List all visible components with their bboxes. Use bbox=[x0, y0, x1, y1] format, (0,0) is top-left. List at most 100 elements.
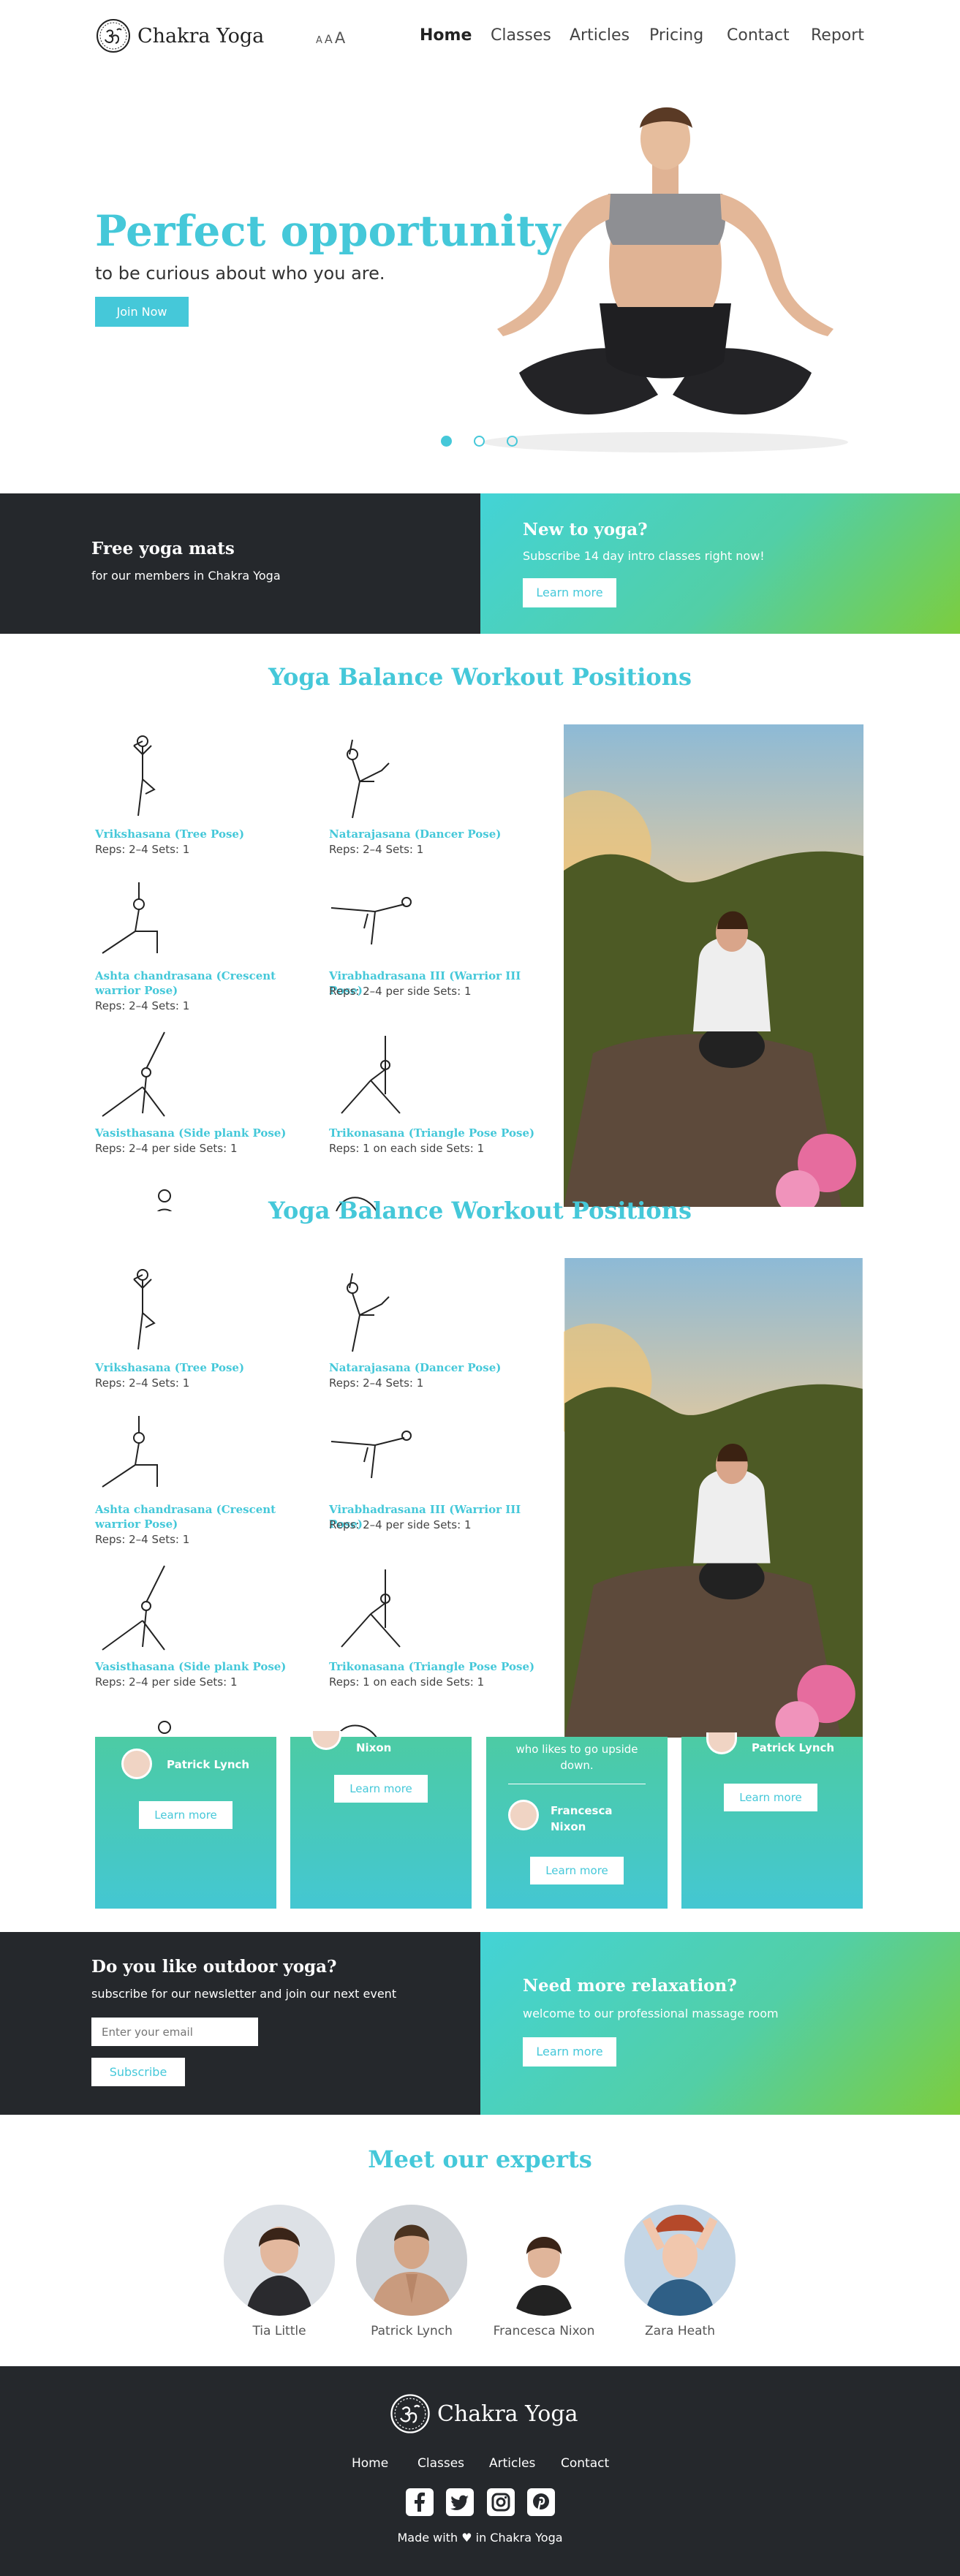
expert-photo-4[interactable] bbox=[624, 2205, 736, 2316]
tree-pose-icon bbox=[133, 735, 156, 817]
pose-name-5[interactable]: Vasisthasana (Side plank Pose) bbox=[95, 1659, 307, 1674]
nav-pricing[interactable]: Pricing bbox=[649, 26, 703, 45]
email-input[interactable] bbox=[91, 2018, 258, 2046]
pose-name-3[interactable]: Ashta chandrasana (Crescent warrior Pose… bbox=[95, 1502, 307, 1531]
join-now-button[interactable]: Join Now bbox=[95, 297, 189, 327]
expert-photo-1[interactable] bbox=[224, 2205, 335, 2316]
side-plank-pose-icon bbox=[102, 1565, 165, 1651]
positions-section-1: Yoga Balance Workout Positions Vrikshasa… bbox=[0, 634, 960, 1211]
carousel-dot-3[interactable] bbox=[507, 436, 518, 447]
pose-reps-1: Reps: 2–4 Sets: 1 bbox=[95, 843, 190, 856]
site-logo[interactable]: Chakra Yoga bbox=[95, 18, 264, 54]
warrior-three-pose-icon bbox=[330, 1431, 412, 1479]
footer-link-contact[interactable]: Contact bbox=[561, 2456, 609, 2471]
positions-title: Yoga Balance Workout Positions bbox=[268, 663, 692, 691]
pose-reps-4: Reps: 2–4 per side Sets: 1 bbox=[329, 985, 472, 998]
carousel-indicators bbox=[441, 436, 518, 447]
pose-7-icon bbox=[158, 1721, 171, 1734]
crescent-warrior-pose-icon bbox=[102, 882, 158, 954]
nav-contact[interactable]: Contact bbox=[727, 26, 790, 45]
relaxation-learn-more-button[interactable]: Learn more bbox=[523, 2037, 616, 2067]
pose-reps-6: Reps: 1 on each side Sets: 1 bbox=[329, 1142, 485, 1155]
testimonial-learn-more-button[interactable]: Learn more bbox=[334, 1775, 428, 1803]
positions-title-repeat: Yoga Balance Workout Positions bbox=[268, 1197, 692, 1224]
made-with-prefix: Made with bbox=[397, 2531, 458, 2545]
pose-name-5[interactable]: Vasisthasana (Side plank Pose) bbox=[95, 1126, 307, 1140]
pose-name-2[interactable]: Natarajasana (Dancer Pose) bbox=[329, 827, 534, 841]
subscribe-button[interactable]: Subscribe bbox=[91, 2058, 185, 2086]
avatar bbox=[311, 1731, 341, 1750]
nav-home[interactable]: Home bbox=[420, 26, 472, 45]
pose-reps-6: Reps: 1 on each side Sets: 1 bbox=[329, 1675, 485, 1689]
testimonial-author: Patrick Lynch bbox=[167, 1758, 250, 1771]
side-plank-pose-icon bbox=[102, 1031, 165, 1117]
new-to-yoga-text: Subscribe 14 day intro classes right now… bbox=[523, 549, 765, 563]
new-to-yoga-title: New to yoga? bbox=[523, 520, 648, 539]
pose-reps-4: Reps: 2–4 per side Sets: 1 bbox=[329, 1518, 472, 1531]
nav-articles[interactable]: Articles bbox=[570, 26, 630, 45]
carousel-dot-2[interactable] bbox=[474, 436, 485, 447]
relaxation-text: welcome to our professional massage room bbox=[523, 2007, 779, 2020]
testimonial-quote: who likes to go upside down. bbox=[515, 1743, 638, 1772]
pose-name-3[interactable]: Ashta chandrasana (Crescent warrior Pose… bbox=[95, 969, 307, 998]
positions-section-2: Yoga Balance Workout Positions Vrikshasa… bbox=[0, 1167, 960, 1738]
pose-name-6[interactable]: Trikonasana (Triangle Pose Pose) bbox=[329, 1659, 541, 1674]
expert-photo-3[interactable] bbox=[488, 2205, 600, 2316]
expert-name-1: Tia Little bbox=[252, 2324, 306, 2338]
newsletter-panel: Do you like outdoor yoga? subscribe for … bbox=[0, 1932, 480, 2115]
free-mats-text: for our members in Chakra Yoga bbox=[91, 569, 281, 583]
crescent-warrior-pose-icon bbox=[102, 1416, 158, 1488]
new-to-yoga-panel: New to yoga? Subscribe 14 day intro clas… bbox=[480, 493, 960, 634]
newsletter-title: Do you like outdoor yoga? bbox=[91, 1957, 337, 1977]
expert-name-4: Zara Heath bbox=[645, 2324, 715, 2338]
twitter-icon[interactable] bbox=[446, 2488, 474, 2516]
footer-link-articles[interactable]: Articles bbox=[489, 2456, 535, 2471]
pose-reps-3: Reps: 2–4 Sets: 1 bbox=[95, 1533, 190, 1546]
pose-name-1[interactable]: Vrikshasana (Tree Pose) bbox=[95, 1360, 300, 1375]
relaxation-panel: Need more relaxation? welcome to our pro… bbox=[480, 1932, 960, 2115]
nav-report[interactable]: Report bbox=[811, 26, 864, 45]
free-mats-panel: Free yoga mats for our members in Chakra… bbox=[0, 493, 480, 634]
pose-name-6[interactable]: Trikonasana (Triangle Pose Pose) bbox=[329, 1126, 541, 1140]
testimonial-card-4: Patrick Lynch Learn more bbox=[681, 1732, 863, 1909]
facebook-icon[interactable] bbox=[406, 2488, 434, 2516]
pinterest-icon[interactable] bbox=[527, 2488, 555, 2516]
hero-yoga-woman-image bbox=[483, 107, 848, 452]
testimonial-learn-more-button[interactable]: Learn more bbox=[139, 1801, 233, 1829]
testimonial-card-3: who likes to go upside down. Francesca N… bbox=[486, 1737, 668, 1909]
tree-pose-icon bbox=[133, 1269, 156, 1350]
top-navigation: Chakra Yoga A A A Home Classes Articles … bbox=[0, 0, 960, 73]
carousel-dot-1[interactable] bbox=[441, 436, 452, 447]
made-with-text: Made with ♥ in Chakra Yoga bbox=[0, 2531, 960, 2545]
meditation-outdoor-photo bbox=[564, 1258, 863, 1738]
expert-name-3: Francesca Nixon bbox=[493, 2324, 595, 2338]
font-size-small[interactable]: A bbox=[316, 35, 322, 46]
pose-reps-5: Reps: 2–4 per side Sets: 1 bbox=[95, 1675, 238, 1689]
triangle-pose-icon bbox=[341, 1569, 401, 1648]
nav-classes[interactable]: Classes bbox=[491, 26, 551, 45]
testimonial-learn-more-button[interactable]: Learn more bbox=[724, 1784, 817, 1811]
font-size-large[interactable]: A bbox=[335, 29, 345, 47]
pose-reps-1: Reps: 2–4 Sets: 1 bbox=[95, 1376, 190, 1390]
logo-text: Chakra Yoga bbox=[137, 24, 265, 48]
pose-reps-5: Reps: 2–4 per side Sets: 1 bbox=[95, 1142, 238, 1155]
testimonial-learn-more-button[interactable]: Learn more bbox=[530, 1857, 624, 1884]
new-to-yoga-learn-more-button[interactable]: Learn more bbox=[523, 578, 616, 607]
dancer-pose-icon bbox=[347, 739, 390, 819]
testimonial-author: Francesca Nixon bbox=[551, 1804, 613, 1833]
relaxation-title: Need more relaxation? bbox=[523, 1976, 737, 1996]
avatar bbox=[508, 1800, 539, 1830]
font-size-medium[interactable]: A bbox=[325, 32, 333, 46]
pose-name-2[interactable]: Natarajasana (Dancer Pose) bbox=[329, 1360, 534, 1375]
footer-link-home[interactable]: Home bbox=[352, 2456, 388, 2471]
testimonial-card-2: Nixon Learn more bbox=[290, 1731, 472, 1909]
instagram-icon[interactable] bbox=[487, 2488, 515, 2516]
footer-logo[interactable]: Chakra Yoga bbox=[389, 2393, 578, 2435]
pose-name-1[interactable]: Vrikshasana (Tree Pose) bbox=[95, 827, 300, 841]
expert-photo-2[interactable] bbox=[356, 2205, 467, 2316]
experts-title: Meet our experts bbox=[368, 2145, 592, 2173]
avatar bbox=[706, 1732, 737, 1754]
triangle-pose-icon bbox=[341, 1036, 401, 1114]
testimonial-author: Patrick Lynch bbox=[752, 1741, 835, 1754]
footer-link-classes[interactable]: Classes bbox=[417, 2456, 464, 2471]
